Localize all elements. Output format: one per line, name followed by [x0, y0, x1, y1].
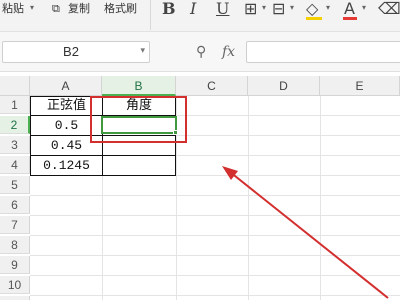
arrow-shaft	[229, 171, 389, 299]
arrow-head	[222, 166, 238, 180]
annotation-arrow	[222, 166, 389, 299]
